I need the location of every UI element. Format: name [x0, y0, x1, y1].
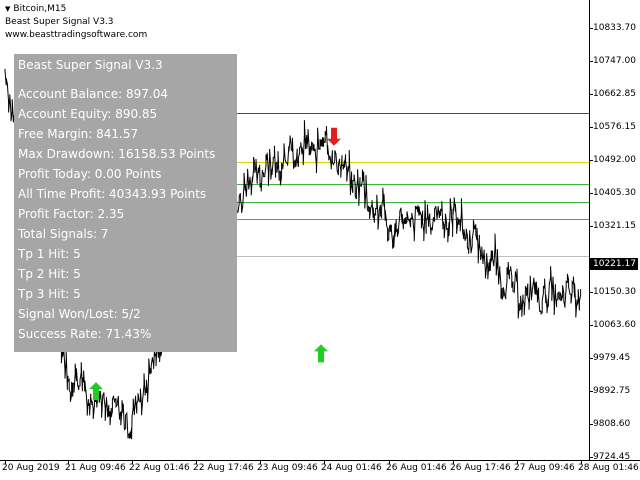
time-tick-label: 22 Aug 17:46 [193, 463, 254, 473]
panel-line: Profit Factor: 2.35 [18, 207, 125, 221]
price-tick-label: 10833.70 [593, 23, 636, 33]
panel-line: Account Equity: 890.85 [18, 107, 158, 121]
panel-line: Tp 2 Hit: 5 [18, 267, 81, 281]
price-tick-label: 10492.00 [593, 155, 636, 165]
price-tick-label: 10321.15 [593, 221, 636, 231]
price-tick-label: 10747.00 [593, 56, 636, 66]
time-tick-label: 24 Aug 01:46 [321, 463, 382, 473]
chart-menu-triangle-icon[interactable]: ▼ [5, 5, 10, 13]
panel-line: Total Signals: 7 [18, 227, 109, 241]
panel-line: Success Rate: 71.43% [18, 327, 152, 341]
panel-title: Beast Super Signal V3.3 [18, 58, 163, 72]
panel-line: Max Drawdown: 16158.53 Points [18, 147, 216, 161]
current-price-tag: 10221.17 [590, 258, 638, 270]
panel-line: Signal Won/Lost: 5/2 [18, 307, 141, 321]
panel-line: Free Margin: 841.57 [18, 127, 139, 141]
panel-line: All Time Profit: 40343.93 Points [18, 187, 207, 201]
price-tick-label: 9808.60 [593, 419, 631, 429]
price-tick-label: 9892.75 [593, 386, 631, 396]
symbol-label: Bitcoin,M15 [13, 4, 67, 14]
time-tick-label: 26 Aug 17:46 [450, 463, 511, 473]
price-tick-label: 10063.60 [593, 320, 636, 330]
indicator-name: Beast Super Signal V3.3 [5, 17, 114, 27]
price-tick-label: 9979.45 [593, 353, 631, 363]
time-tick-label: 23 Aug 09:46 [257, 463, 318, 473]
stats-panel: Beast Super Signal V3.3 Account Balance:… [14, 54, 237, 352]
price-tick-label: 9724.45 [593, 452, 631, 462]
time-tick-label: 22 Aug 01:46 [129, 463, 190, 473]
price-tick-label: 10662.85 [593, 89, 636, 99]
indicator-website: www.beasttradingsoftware.com [5, 30, 148, 40]
panel-line: Tp 1 Hit: 5 [18, 247, 81, 261]
price-tick-label: 10405.30 [593, 188, 636, 198]
time-tick-label: 20 Aug 2019 [2, 463, 60, 473]
time-tick-label: 21 Aug 09:46 [65, 463, 126, 473]
time-tick-label: 27 Aug 09:46 [514, 463, 575, 473]
price-tick-label: 10576.15 [593, 122, 636, 132]
panel-line: Profit Today: 0.00 Points [18, 167, 162, 181]
chart-symbol-title: ▼ Bitcoin,M15 [5, 4, 66, 15]
price-tick-label: 10150.30 [593, 287, 636, 297]
time-tick-label: 26 Aug 01:46 [386, 463, 447, 473]
panel-line: Account Balance: 897.04 [18, 87, 168, 101]
time-tick-label: 28 Aug 01:46 [578, 463, 639, 473]
panel-line: Tp 3 Hit: 5 [18, 287, 81, 301]
